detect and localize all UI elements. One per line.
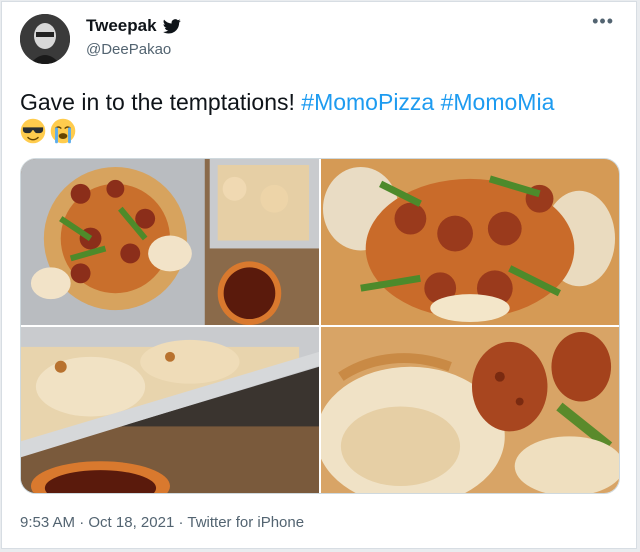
tweet-card: Tweepak @DeePakao ••• Gave in to the tem… xyxy=(1,1,637,549)
smiling-face-with-sunglasses-icon xyxy=(20,118,46,144)
hashtag-momomia[interactable]: #MomoMia xyxy=(441,89,555,115)
avatar[interactable] xyxy=(20,14,70,64)
tweet-source[interactable]: Twitter for iPhone xyxy=(187,514,304,531)
meta-separator: · xyxy=(75,514,89,531)
meta-separator-2: · xyxy=(174,514,188,531)
author-display-name[interactable]: Tweepak xyxy=(86,16,181,36)
tweet-time[interactable]: 9:53 AM xyxy=(20,514,75,531)
tweet-text-plain: Gave in to the temptations! xyxy=(20,89,302,115)
tweet-meta: 9:53 AM · Oct 18, 2021 · Twitter for iPh… xyxy=(20,514,304,531)
hashtag-momopizza[interactable]: #MomoPizza xyxy=(301,89,434,115)
author-handle[interactable]: @DeePakao xyxy=(86,41,171,58)
photo-momo-pizza-closeup[interactable] xyxy=(321,159,619,325)
tweet-date[interactable]: Oct 18, 2021 xyxy=(88,514,174,531)
loudly-crying-face-icon xyxy=(50,118,76,144)
photo-momo-pizza-macro[interactable] xyxy=(321,327,619,493)
verified-bird-icon xyxy=(162,18,181,34)
photo-momo-pizza-tray[interactable] xyxy=(21,159,319,325)
more-options-icon[interactable]: ••• xyxy=(592,12,614,30)
author-name-text[interactable]: Tweepak xyxy=(86,16,157,36)
media-grid[interactable] xyxy=(20,158,620,494)
photo-momo-foil-tray[interactable] xyxy=(21,327,319,493)
tweet-text: Gave in to the temptations! #MomoPizza #… xyxy=(20,88,620,144)
